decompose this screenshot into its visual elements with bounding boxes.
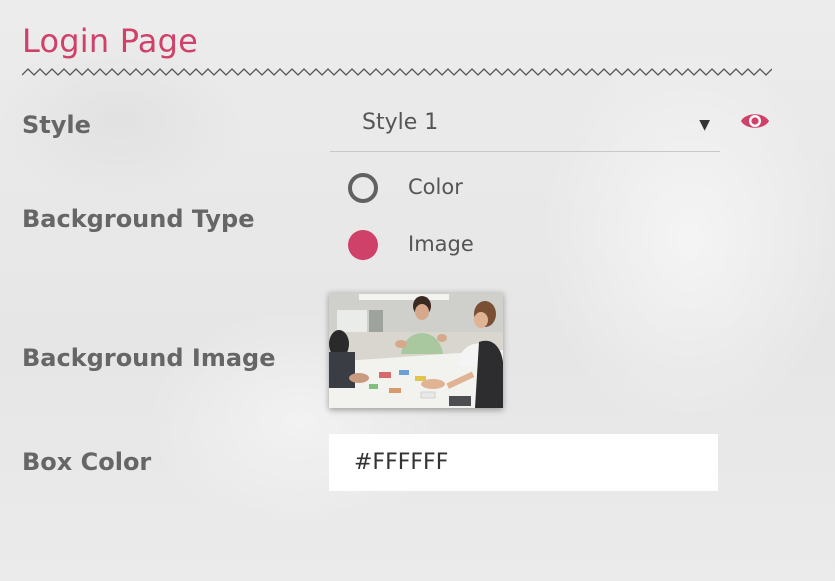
radio-unchecked-icon[interactable] xyxy=(348,173,378,203)
radio-label-image: Image xyxy=(408,232,474,256)
login-page-settings-panel: Login Page Style Style 1 ▼ Background Ty… xyxy=(0,0,835,581)
box-color-input[interactable] xyxy=(329,434,718,491)
style-label: Style xyxy=(22,111,91,139)
page-title: Login Page xyxy=(22,22,198,60)
style-select-value: Style 1 xyxy=(362,110,439,135)
title-zigzag-divider xyxy=(22,68,772,76)
background-type-option-image[interactable]: Image xyxy=(348,228,548,262)
radio-label-color: Color xyxy=(408,175,463,199)
caret-down-icon: ▼ xyxy=(699,117,710,133)
eye-icon[interactable] xyxy=(740,110,770,132)
style-select[interactable]: Style 1 ▼ xyxy=(330,100,720,152)
box-color-label: Box Color xyxy=(22,448,152,476)
background-image-label: Background Image xyxy=(22,344,276,372)
background-image-photo xyxy=(329,292,503,408)
background-image-thumbnail[interactable] xyxy=(329,292,503,408)
radio-checked-icon[interactable] xyxy=(348,230,378,260)
background-type-option-color[interactable]: Color xyxy=(348,171,548,205)
background-type-label: Background Type xyxy=(22,205,255,233)
